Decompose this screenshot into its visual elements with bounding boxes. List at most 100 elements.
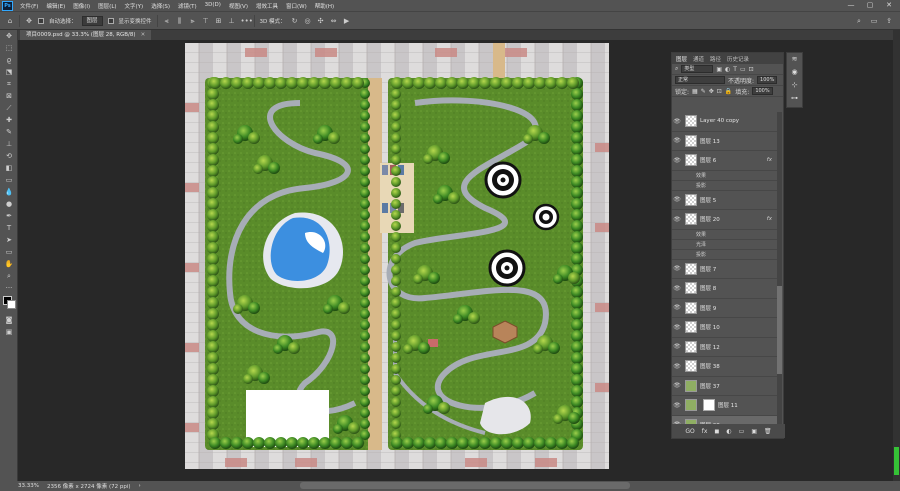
layer-row[interactable]: 👁 图层 8 (672, 279, 778, 299)
paths-icon[interactable]: ⊶ (787, 92, 802, 105)
status-arrow-icon[interactable]: › (139, 483, 141, 489)
menu-item[interactable]: 图层(L) (94, 2, 120, 10)
adjust-icon[interactable]: ⊹ (787, 79, 802, 92)
more-tools-icon[interactable]: ··· (0, 282, 18, 294)
menu-item[interactable]: 滤镜(T) (174, 2, 201, 10)
fill-input[interactable]: 100% (752, 87, 773, 95)
dodge-tool-icon[interactable]: ● (0, 198, 18, 210)
visibility-eye-icon[interactable]: 👁 (672, 285, 682, 292)
object-select-tool-icon[interactable]: ⬔ (0, 66, 18, 78)
eyedropper-tool-icon[interactable]: ⟋ (0, 102, 18, 114)
align-middle-icon[interactable]: ⊞ (215, 17, 223, 25)
align-center-icon[interactable]: ⫼ (176, 17, 184, 25)
panel-footer-icon[interactable]: ▣ (751, 428, 757, 435)
background-color[interactable] (7, 300, 16, 309)
tab-layers[interactable]: 图层 (676, 55, 687, 63)
vertical-scroll-indicator[interactable] (894, 447, 899, 475)
marquee-tool-icon[interactable]: ⬚ (0, 42, 18, 54)
lock-artboard-icon[interactable]: ⊡ (717, 88, 722, 95)
stamp-tool-icon[interactable]: ⊥ (0, 138, 18, 150)
visibility-eye-icon[interactable]: 👁 (672, 402, 682, 409)
layers-scrollbar[interactable] (777, 112, 782, 424)
lock-paint-icon[interactable]: ✎ (701, 88, 706, 95)
layer-effect-row[interactable]: 效果 (672, 171, 778, 181)
horizontal-scrollbar[interactable] (300, 482, 630, 489)
more-icon[interactable]: ••• (241, 17, 253, 25)
zoom-level[interactable]: 33.33% (18, 483, 39, 489)
menu-item[interactable]: 编辑(E) (42, 2, 69, 10)
path-select-tool-icon[interactable]: ➤ (0, 234, 18, 246)
panel-footer-icon[interactable]: ◐ (726, 428, 731, 435)
layers-scroll-thumb[interactable] (777, 286, 782, 374)
visibility-eye-icon[interactable]: 👁 (672, 265, 682, 272)
visibility-eye-icon[interactable]: 👁 (672, 363, 682, 370)
screen-mode-icon[interactable]: ▣ (0, 326, 18, 338)
menu-item[interactable]: 视图(V) (225, 2, 252, 10)
layer-row[interactable]: 👁 图层 5 (672, 191, 778, 210)
visibility-eye-icon[interactable]: 👁 (672, 324, 682, 331)
menu-item[interactable]: 图像(I) (69, 2, 94, 10)
hand-tool-icon[interactable]: ✋ (0, 258, 18, 270)
visibility-eye-icon[interactable]: 👁 (672, 382, 682, 389)
vertical-scrollbar[interactable] (893, 30, 900, 481)
close-window-button[interactable]: ✕ (880, 0, 898, 11)
filter-shape-icon[interactable]: ▭ (740, 66, 746, 73)
shape-tool-icon[interactable]: ▭ (0, 246, 18, 258)
filter-adjust-icon[interactable]: ◐ (725, 66, 730, 73)
lock-move-icon[interactable]: ✥ (709, 88, 714, 95)
blur-tool-icon[interactable]: 💧 (0, 186, 18, 198)
search-icon[interactable]: ⌕ (855, 17, 863, 25)
blend-mode-dropdown[interactable]: 正常 (675, 76, 725, 84)
tab-paths[interactable]: 路径 (710, 55, 721, 63)
lock-pixels-icon[interactable]: ▦ (692, 88, 698, 95)
menu-item[interactable]: 帮助(H) (311, 2, 338, 10)
layer-fx-icon[interactable]: fx (767, 216, 772, 222)
move-tool-icon[interactable]: ✥ (25, 17, 33, 25)
menu-item[interactable]: 文件(F) (16, 2, 42, 10)
layer-row[interactable]: 👁 图层 13 (672, 132, 778, 151)
tab-history[interactable]: 历史记录 (727, 55, 749, 63)
frame-tool-icon[interactable]: ⊠ (0, 90, 18, 102)
lock-all-icon[interactable]: 🔒 (725, 88, 732, 95)
align-bottom-icon[interactable]: ⊥ (228, 17, 236, 25)
lasso-tool-icon[interactable]: ϱ (0, 54, 18, 66)
layer-row[interactable]: 👁 图层 10 (672, 318, 778, 338)
panel-footer-icon[interactable]: ▭ (739, 428, 745, 435)
minimize-button[interactable]: — (842, 0, 860, 11)
color-icon[interactable]: ◉ (787, 66, 802, 79)
layer-effect-row[interactable]: 效果 (672, 230, 778, 240)
crop-tool-icon[interactable]: ⌗ (0, 78, 18, 90)
zoom-tool-icon[interactable]: ⌕ (0, 270, 18, 282)
filter-smart-icon[interactable]: ⊡ (749, 66, 754, 73)
home-icon[interactable]: ⌂ (6, 17, 14, 25)
healing-brush-icon[interactable]: ✚ (0, 114, 18, 126)
auto-select-dropdown[interactable]: 图层 (81, 15, 103, 26)
menu-item[interactable]: 3D(D) (201, 2, 225, 10)
visibility-eye-icon[interactable]: 👁 (672, 216, 682, 223)
layer-kind-filter[interactable]: 类型 (681, 65, 714, 73)
share-icon[interactable]: ⇪ (885, 17, 893, 25)
roll-3d-icon[interactable]: ◎ (304, 17, 312, 25)
layer-fx-icon[interactable]: fx (767, 157, 772, 163)
layer-row[interactable]: 👁 图层 37 (672, 377, 778, 396)
visibility-eye-icon[interactable]: 👁 (672, 157, 682, 164)
close-tab-icon[interactable]: ✕ (141, 32, 146, 38)
layer-row[interactable]: 👁 图层 20 fx (672, 210, 778, 230)
history-brush-icon[interactable]: ⟲ (0, 150, 18, 162)
layer-row[interactable]: 👁 图层 38 (672, 357, 778, 377)
visibility-eye-icon[interactable]: 👁 (672, 196, 682, 203)
visibility-eye-icon[interactable]: 👁 (672, 118, 682, 125)
drag-3d-icon[interactable]: ✣ (317, 17, 325, 25)
camera-icon[interactable]: ▶ (343, 17, 351, 25)
auto-select-checkbox[interactable] (38, 17, 44, 24)
panel-footer-icon[interactable]: fx (702, 428, 708, 435)
layer-mask-thumbnail[interactable] (703, 399, 715, 412)
move-tool-icon[interactable]: ✥ (0, 30, 18, 42)
rotate-3d-icon[interactable]: ↻ (291, 17, 299, 25)
layer-row[interactable]: 👁 图层 12 (672, 338, 778, 357)
document-info[interactable]: 2356 像素 x 2724 像素 (72 ppi) (47, 482, 131, 490)
layer-row[interactable]: 👁 Layer 40 copy (672, 112, 778, 132)
menu-item[interactable]: 文字(Y) (121, 2, 148, 10)
color-swatches[interactable] (0, 294, 17, 314)
layer-row[interactable]: 👁 图层 6 fx (672, 151, 778, 171)
